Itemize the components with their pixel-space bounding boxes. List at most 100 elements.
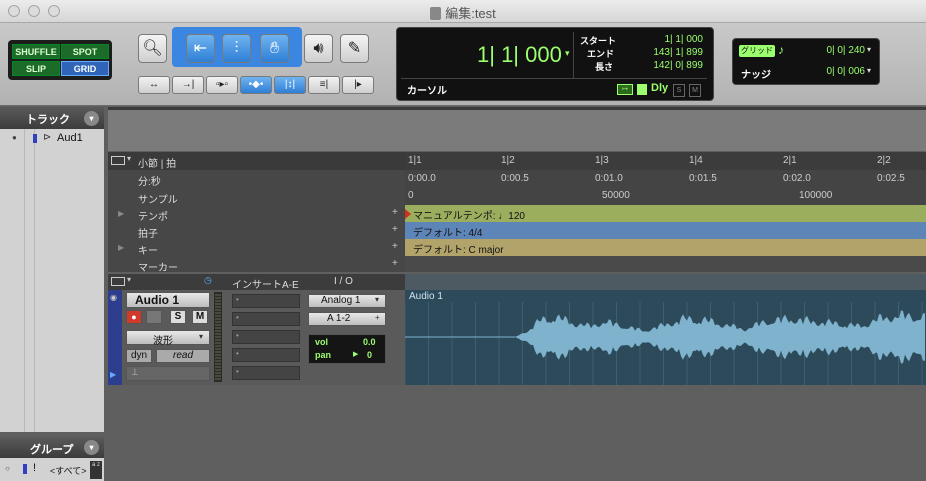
solo-button[interactable]: S (170, 310, 186, 324)
min-sec-ruler[interactable] (405, 170, 926, 188)
ruler-view-icon[interactable] (111, 156, 125, 165)
spot-mode-button[interactable]: SPOT (61, 44, 109, 59)
ruler-menu-icon[interactable]: ▾ (127, 154, 131, 163)
zoom-toggle-button[interactable]: ↔ (138, 76, 170, 94)
tempo-expand-icon[interactable]: ▶ (118, 209, 124, 218)
insert-slot[interactable]: • (232, 294, 300, 308)
length-label: 長さ (595, 62, 614, 72)
grid-mode-button[interactable]: GRID (61, 61, 109, 76)
insert-slot[interactable]: • (232, 348, 300, 362)
shuffle-mode-button[interactable]: SHUFFLE (12, 44, 60, 59)
meter-ruler[interactable]: デフォルト: 4/4 (405, 222, 926, 239)
main-counter[interactable]: 1| 1| 000 (477, 42, 562, 68)
timebase-icon[interactable]: ◷ (204, 275, 212, 286)
track-expand-icon[interactable]: ▶ (110, 370, 116, 379)
tempo-label: テンポ (138, 212, 168, 223)
nudge-dropdown-icon[interactable]: ▾ (867, 66, 871, 75)
tempo-marker-icon[interactable] (405, 209, 411, 219)
sync-s-icon[interactable]: S (673, 84, 685, 97)
track-view-icon[interactable] (111, 277, 125, 286)
grid-dropdown-icon[interactable]: ▾ (867, 45, 871, 54)
bars-beats-ruler[interactable] (405, 152, 926, 170)
insert-slot[interactable]: • (232, 366, 300, 380)
mirror-midi-button[interactable]: |↕| (274, 76, 306, 94)
key-ruler[interactable]: デフォルト: C major (405, 239, 926, 256)
track-view-selector[interactable]: 波形 ▾ (126, 330, 210, 347)
trim-icon: ⇤ (193, 40, 208, 57)
min-sec-tick: 0:00.5 (501, 173, 529, 184)
input-dropdown-icon: ▾ (375, 295, 380, 304)
pre-post-roll-icon[interactable]: ↦ (617, 84, 633, 95)
audio-clip[interactable]: Audio 1 (405, 290, 926, 385)
add-marker-button[interactable]: + (392, 258, 398, 269)
link-timeline-button[interactable]: ▫▸▫ (206, 76, 238, 94)
track-color-icon (33, 134, 37, 143)
track-list-item[interactable]: ● ⊳ Aud1 (0, 131, 104, 147)
length-value[interactable]: 142| 0| 899 (617, 60, 703, 71)
grabber-tool-button[interactable]: ✋︎ (260, 34, 289, 63)
sync-m-icon[interactable]: M (689, 84, 701, 97)
automation-mode-selector[interactable]: read (156, 349, 210, 363)
playback-follow-button[interactable]: |▸ (342, 76, 374, 94)
group-sort-az[interactable]: a z (90, 461, 102, 479)
empty-track-area[interactable] (108, 386, 926, 481)
bars-beats-ruler-name[interactable]: ▾ 小節 | 拍 (108, 152, 405, 170)
pencil-tool-button[interactable]: ✎ (340, 34, 369, 63)
nudge-value[interactable]: 0| 0| 006 (813, 66, 865, 77)
insert-slot[interactable]: • (232, 312, 300, 326)
grid-nudge-panel: グリッド ♪ 0| 0| 240 ▾ ナッジ 0| 0| 006 ▾ (732, 38, 880, 85)
start-value[interactable]: 1| 1| 000 (617, 34, 703, 45)
track-name: Audio 1 (135, 293, 179, 307)
dyn-button[interactable]: dyn (126, 349, 152, 363)
link-track-edit-button[interactable]: •◆• (240, 76, 272, 94)
insertion-follows-button[interactable]: ≡| (308, 76, 340, 94)
grid-value[interactable]: 0| 0| 240 (813, 45, 865, 56)
record-arm-button[interactable]: ● (126, 310, 142, 324)
tracks-panel-header: トラック ▾ (0, 107, 104, 129)
end-value[interactable]: 143| 1| 899 (617, 47, 703, 58)
tempo-ruler[interactable]: マニュアルテンポ: ♩120 (405, 205, 926, 222)
playlist-selector[interactable]: ⊥ (126, 366, 210, 381)
bar-tick: 1|1 (408, 155, 422, 166)
universe-view[interactable] (108, 107, 926, 151)
track-name-field[interactable]: Audio 1 (126, 292, 210, 308)
add-key-button[interactable]: + (392, 241, 398, 252)
vol-value[interactable]: 0.0 (363, 337, 376, 347)
tracks-column-divider-2 (34, 129, 35, 432)
track-show-dot-icon[interactable]: ● (12, 133, 17, 142)
track-view-menu-icon[interactable]: ▾ (127, 275, 131, 284)
zoom-tool-button[interactable]: 🔍︎ (138, 34, 167, 63)
samples-ruler[interactable] (405, 188, 926, 205)
groups-panel: グループ ▾ ○ ! <すべて> a z (0, 437, 104, 481)
input-selector[interactable]: Analog 1 ▾ (308, 294, 386, 308)
markers-ruler[interactable] (405, 256, 926, 272)
group-list-item[interactable]: ○ ! <すべて> a z (0, 461, 104, 479)
tracks-column-divider (24, 129, 25, 432)
key-expand-icon[interactable]: ▶ (118, 243, 124, 252)
timeline-rulers: ▾ 小節 | 拍 分:秒 サンプル ▶ テンポ 拍子 ▶ キー マーカー + +… (108, 152, 926, 274)
output-selector[interactable]: A 1-2 + (308, 312, 386, 326)
add-meter-button[interactable]: + (392, 224, 398, 235)
trim-tool-button[interactable]: ⇤ (186, 34, 215, 63)
delay-label[interactable]: Dly (651, 82, 668, 94)
add-tempo-button[interactable]: + (392, 207, 398, 218)
groups-menu-icon[interactable]: ▾ (84, 440, 99, 455)
scrub-tool-button[interactable]: 🔊︎ (304, 34, 333, 63)
output-plus-icon: + (375, 313, 380, 322)
group-dot-icon: ○ (5, 464, 10, 473)
insert-slot[interactable]: • (232, 330, 300, 344)
grid-toggle[interactable]: グリッド (739, 45, 775, 57)
selector-tool-button[interactable]: ⫶ (222, 34, 251, 63)
counter-dropdown-icon[interactable]: ▾ (565, 48, 570, 59)
mute-button[interactable]: M (192, 310, 208, 324)
tracks-menu-icon[interactable]: ▾ (84, 111, 99, 126)
slip-mode-button[interactable]: SLIP (12, 61, 60, 76)
pan-value[interactable]: 0 (367, 350, 372, 360)
waveform-shape (515, 310, 925, 364)
pan-label: pan (315, 350, 332, 360)
tab-to-transient-button[interactable]: →| (172, 76, 204, 94)
track-menu-icon[interactable]: ◉ (110, 293, 117, 302)
input-monitor-button[interactable] (146, 310, 162, 324)
min-sec-tick: 0:02.0 (783, 173, 811, 184)
pan-arrow-icon: ▶ (353, 351, 359, 358)
